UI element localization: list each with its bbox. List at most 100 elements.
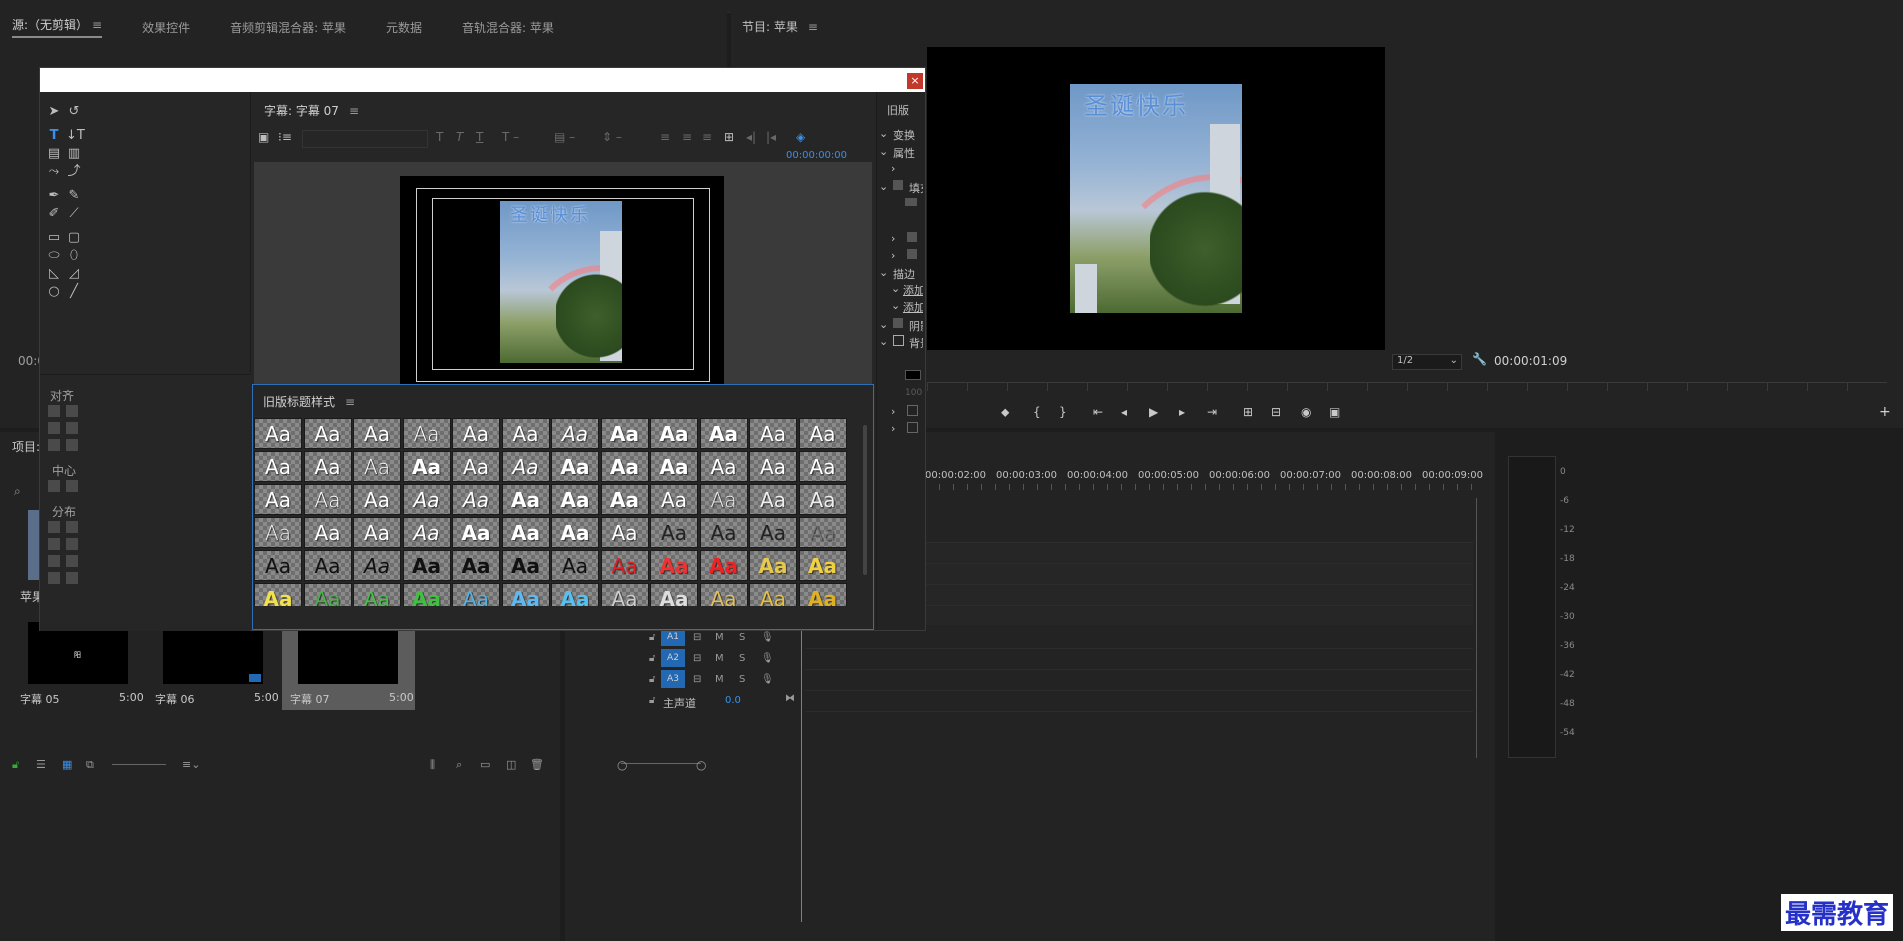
lock-icon[interactable]: 🔓︎ — [649, 695, 655, 706]
menu-icon[interactable]: ≡ — [349, 104, 359, 118]
add-button-icon[interactable]: + — [1879, 404, 1891, 420]
style-swatch[interactable]: Aa — [798, 484, 847, 515]
center-h-icon[interactable] — [48, 480, 60, 492]
shadow-checkbox[interactable] — [893, 318, 903, 328]
fill-checkbox[interactable] — [893, 180, 903, 190]
font-family-select[interactable] — [302, 130, 428, 148]
style-swatch[interactable]: Aa — [749, 484, 797, 515]
style-swatch[interactable]: Aa — [303, 451, 352, 482]
clip-thumbnail[interactable] — [298, 622, 398, 684]
style-swatch[interactable]: Aa — [402, 451, 451, 482]
style-swatch[interactable]: Aa — [600, 451, 649, 482]
track-target-a2[interactable]: A2 — [661, 649, 685, 667]
style-swatch[interactable]: Aa — [353, 418, 401, 449]
style-swatch[interactable]: Aa — [551, 517, 599, 548]
lift-icon[interactable]: ⊞ — [1243, 405, 1253, 419]
style-swatch[interactable]: Aa — [551, 418, 599, 449]
style-swatch[interactable]: Aa — [501, 583, 550, 606]
bold-icon[interactable]: T — [436, 130, 443, 144]
go-to-out-icon[interactable]: ⇥ — [1207, 405, 1217, 419]
track-target-a3[interactable]: A3 — [661, 670, 685, 688]
add-outer-stroke-link[interactable]: 添加 — [903, 299, 923, 315]
solo-button[interactable]: S — [739, 653, 745, 664]
shadow-label[interactable]: 阴影 — [909, 318, 923, 334]
find-icon[interactable]: ⌕ — [456, 758, 462, 772]
align-left-text-icon[interactable]: ≡ — [660, 130, 670, 144]
style-swatch[interactable]: Aa — [798, 517, 847, 548]
style-swatch[interactable]: Aa — [254, 418, 302, 449]
chevron-right-icon[interactable]: › — [891, 405, 895, 418]
style-swatch[interactable]: Aa — [650, 550, 698, 581]
style-swatch[interactable]: Aa — [551, 451, 599, 482]
menu-icon[interactable]: ≡ — [808, 20, 818, 34]
mic-icon[interactable]: 🎙︎ — [761, 632, 774, 643]
vertical-area-type-tool-icon[interactable]: ▥ — [66, 146, 82, 162]
tab-effect-controls[interactable]: 效果控件 — [142, 19, 190, 36]
list-view-icon[interactable]: ☰ — [36, 758, 46, 771]
style-swatch[interactable]: Aa — [402, 517, 451, 548]
mute-button[interactable]: M — [715, 653, 724, 664]
style-swatch[interactable]: Aa — [650, 583, 698, 606]
menu-icon[interactable]: ≡ — [92, 18, 102, 32]
chevron-down-icon[interactable]: ⌄ — [879, 266, 888, 279]
style-swatch[interactable]: Aa — [501, 550, 550, 581]
center-v-icon[interactable] — [66, 480, 78, 492]
kerning-icon[interactable]: ▤ – — [554, 130, 575, 144]
distribute-icon[interactable] — [66, 538, 78, 550]
add-inner-stroke-link[interactable]: 添加 — [903, 282, 923, 298]
style-swatch[interactable]: Aa — [749, 517, 797, 548]
distribute-icon[interactable] — [48, 538, 60, 550]
mic-icon[interactable]: 🎙︎ — [761, 674, 774, 685]
style-swatch[interactable]: Aa — [749, 418, 797, 449]
type-tool-icon[interactable]: T — [46, 128, 62, 144]
chevron-right-icon[interactable]: › — [891, 249, 895, 262]
collapsed-checkbox[interactable] — [907, 405, 918, 416]
align-bottom-icon[interactable] — [66, 439, 78, 451]
tab-source[interactable]: 源:（无剪辑） ≡ — [12, 16, 103, 38]
style-swatch[interactable]: Aa — [452, 418, 500, 449]
style-swatch[interactable]: Aa — [699, 583, 748, 606]
style-swatch[interactable]: Aa — [303, 583, 352, 606]
chevron-down-icon[interactable]: ⌄ — [879, 318, 888, 331]
chevron-down-icon[interactable]: ⌄ — [891, 282, 900, 295]
freeform-view-icon[interactable]: ⧉ — [86, 758, 94, 772]
align-right-text-icon[interactable]: ≡ — [702, 130, 712, 144]
mark-in-icon[interactable]: { — [1033, 405, 1041, 419]
style-swatch[interactable]: Aa — [749, 451, 797, 482]
solo-button[interactable]: S — [739, 632, 745, 643]
style-swatch[interactable]: Aa — [501, 517, 550, 548]
template2-icon[interactable]: |◂ — [766, 130, 776, 144]
align-right-icon[interactable] — [48, 439, 60, 451]
arc-tool-icon[interactable]: ◿ — [66, 266, 82, 282]
align-center-text-icon[interactable]: ≡ — [682, 130, 692, 144]
lock-icon[interactable]: 🔓︎ — [649, 674, 655, 685]
style-swatch[interactable]: Aa — [798, 583, 847, 606]
style-swatch[interactable]: Aa — [353, 550, 401, 581]
style-swatch[interactable]: Aa — [600, 550, 649, 581]
style-swatch[interactable]: Aa — [402, 484, 451, 515]
area-type-tool-icon[interactable]: ▤ — [46, 146, 62, 162]
attributes-label[interactable]: 属性 — [893, 145, 915, 161]
zoom-slider[interactable] — [112, 764, 166, 765]
compare-icon[interactable]: ▣ — [1329, 405, 1340, 419]
clip-thumbnail[interactable]: 阳 — [28, 622, 128, 684]
style-swatch[interactable]: Aa — [501, 484, 550, 515]
new-item-icon[interactable]: ◫ — [506, 758, 516, 771]
mute-button[interactable]: M — [715, 674, 724, 685]
style-swatch[interactable]: Aa — [353, 517, 401, 548]
stroke-label-toggle[interactable] — [905, 198, 917, 206]
new-title-icon[interactable]: ▣ — [258, 130, 269, 144]
style-swatch[interactable]: Aa — [452, 550, 500, 581]
extract-icon[interactable]: ⊟ — [1271, 405, 1281, 419]
tab-metadata[interactable]: 元数据 — [386, 19, 422, 36]
close-button[interactable]: × — [907, 73, 923, 89]
chevron-down-icon[interactable]: ⌄ — [879, 127, 888, 140]
chevron-down-icon[interactable]: ⌄ — [879, 145, 888, 158]
style-swatch[interactable]: Aa — [254, 484, 302, 515]
style-swatch[interactable]: Aa — [650, 418, 698, 449]
style-swatch[interactable]: Aa — [452, 484, 500, 515]
align-left-icon[interactable] — [48, 405, 60, 417]
zoom-select[interactable]: 1/2 ⌄ — [1392, 354, 1462, 370]
template-icon[interactable]: ◂| — [746, 130, 756, 144]
font-size-icon[interactable]: T – — [502, 130, 519, 144]
